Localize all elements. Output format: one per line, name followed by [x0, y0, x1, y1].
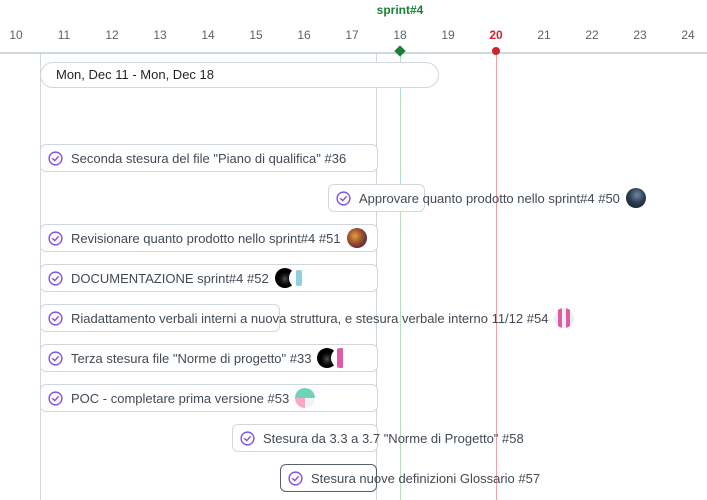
- item-title[interactable]: Approvare quanto prodotto nello sprint#4…: [359, 191, 620, 206]
- day-label: 24: [681, 28, 695, 42]
- day-label: 11: [57, 28, 71, 42]
- day-label: 22: [585, 28, 599, 42]
- day-label: 16: [297, 28, 311, 42]
- issue-closed-icon: [48, 310, 63, 326]
- item-title[interactable]: Riadattamento verbali interni a nuova st…: [71, 311, 548, 326]
- issue-closed-icon: [48, 390, 63, 406]
- assignee-avatar[interactable]: [331, 348, 352, 368]
- issue-closed-icon: [48, 270, 63, 286]
- item-content: Revisionare quanto prodotto nello sprint…: [48, 224, 367, 252]
- item-content: Approvare quanto prodotto nello sprint#4…: [336, 184, 646, 212]
- item-title[interactable]: DOCUMENTAZIONE sprint#4 #52: [71, 271, 269, 286]
- iteration-range-pill[interactable]: Mon, Dec 11 - Mon, Dec 18: [40, 62, 439, 88]
- day-label: 17: [345, 28, 359, 42]
- today-marker-dot: [492, 47, 500, 55]
- day-label: 10: [9, 28, 23, 42]
- day-label: 13: [153, 28, 167, 42]
- item-title[interactable]: Stesura nuove definizioni Glossario #57: [311, 471, 540, 486]
- assignee-avatar[interactable]: [346, 228, 367, 248]
- item-title[interactable]: Stesura da 3.3 a 3.7 "Norme di Progetto"…: [263, 431, 524, 446]
- day-label: 23: [633, 28, 647, 42]
- issue-closed-icon: [288, 470, 303, 486]
- item-title[interactable]: Terza stesura file "Norme di progetto" #…: [71, 351, 311, 366]
- assignee-avatar[interactable]: [554, 308, 575, 328]
- today-day-label: 20: [489, 28, 503, 42]
- assignee-avatar[interactable]: [625, 188, 646, 208]
- sprint-marker-label[interactable]: sprint#4: [365, 3, 435, 17]
- item-content: Seconda stesura del file "Piano di quali…: [48, 144, 346, 172]
- assignee-avatar[interactable]: [295, 388, 316, 408]
- roadmap-view: sprint#4 10 11 12 13 14 15 16 17 18 19 2…: [0, 0, 707, 500]
- issue-closed-icon: [48, 350, 63, 366]
- item-content: Stesura nuove definizioni Glossario #57: [288, 464, 540, 492]
- item-content: Riadattamento verbali interni a nuova st…: [48, 304, 575, 332]
- timeline-header: sprint#4 10 11 12 13 14 15 16 17 18 19 2…: [0, 0, 707, 54]
- issue-closed-icon: [48, 230, 63, 246]
- item-content: DOCUMENTAZIONE sprint#4 #52: [48, 264, 309, 292]
- day-label: 21: [537, 28, 551, 42]
- item-title[interactable]: POC - completare prima versione #53: [71, 391, 289, 406]
- issue-closed-icon: [48, 150, 63, 166]
- item-title[interactable]: Revisionare quanto prodotto nello sprint…: [71, 231, 341, 246]
- item-content: POC - completare prima versione #53: [48, 384, 316, 412]
- item-title[interactable]: Seconda stesura del file "Piano di quali…: [71, 151, 346, 166]
- item-content: Stesura da 3.3 a 3.7 "Norme di Progetto"…: [240, 424, 524, 452]
- day-label: 12: [105, 28, 119, 42]
- item-content: Terza stesura file "Norme di progetto" #…: [48, 344, 352, 372]
- day-label: 19: [441, 28, 455, 42]
- day-label: 14: [201, 28, 215, 42]
- day-label: 15: [249, 28, 263, 42]
- assignee-avatar[interactable]: [288, 268, 309, 288]
- issue-closed-icon: [336, 190, 351, 206]
- day-label: 18: [393, 28, 407, 42]
- issue-closed-icon: [240, 430, 255, 446]
